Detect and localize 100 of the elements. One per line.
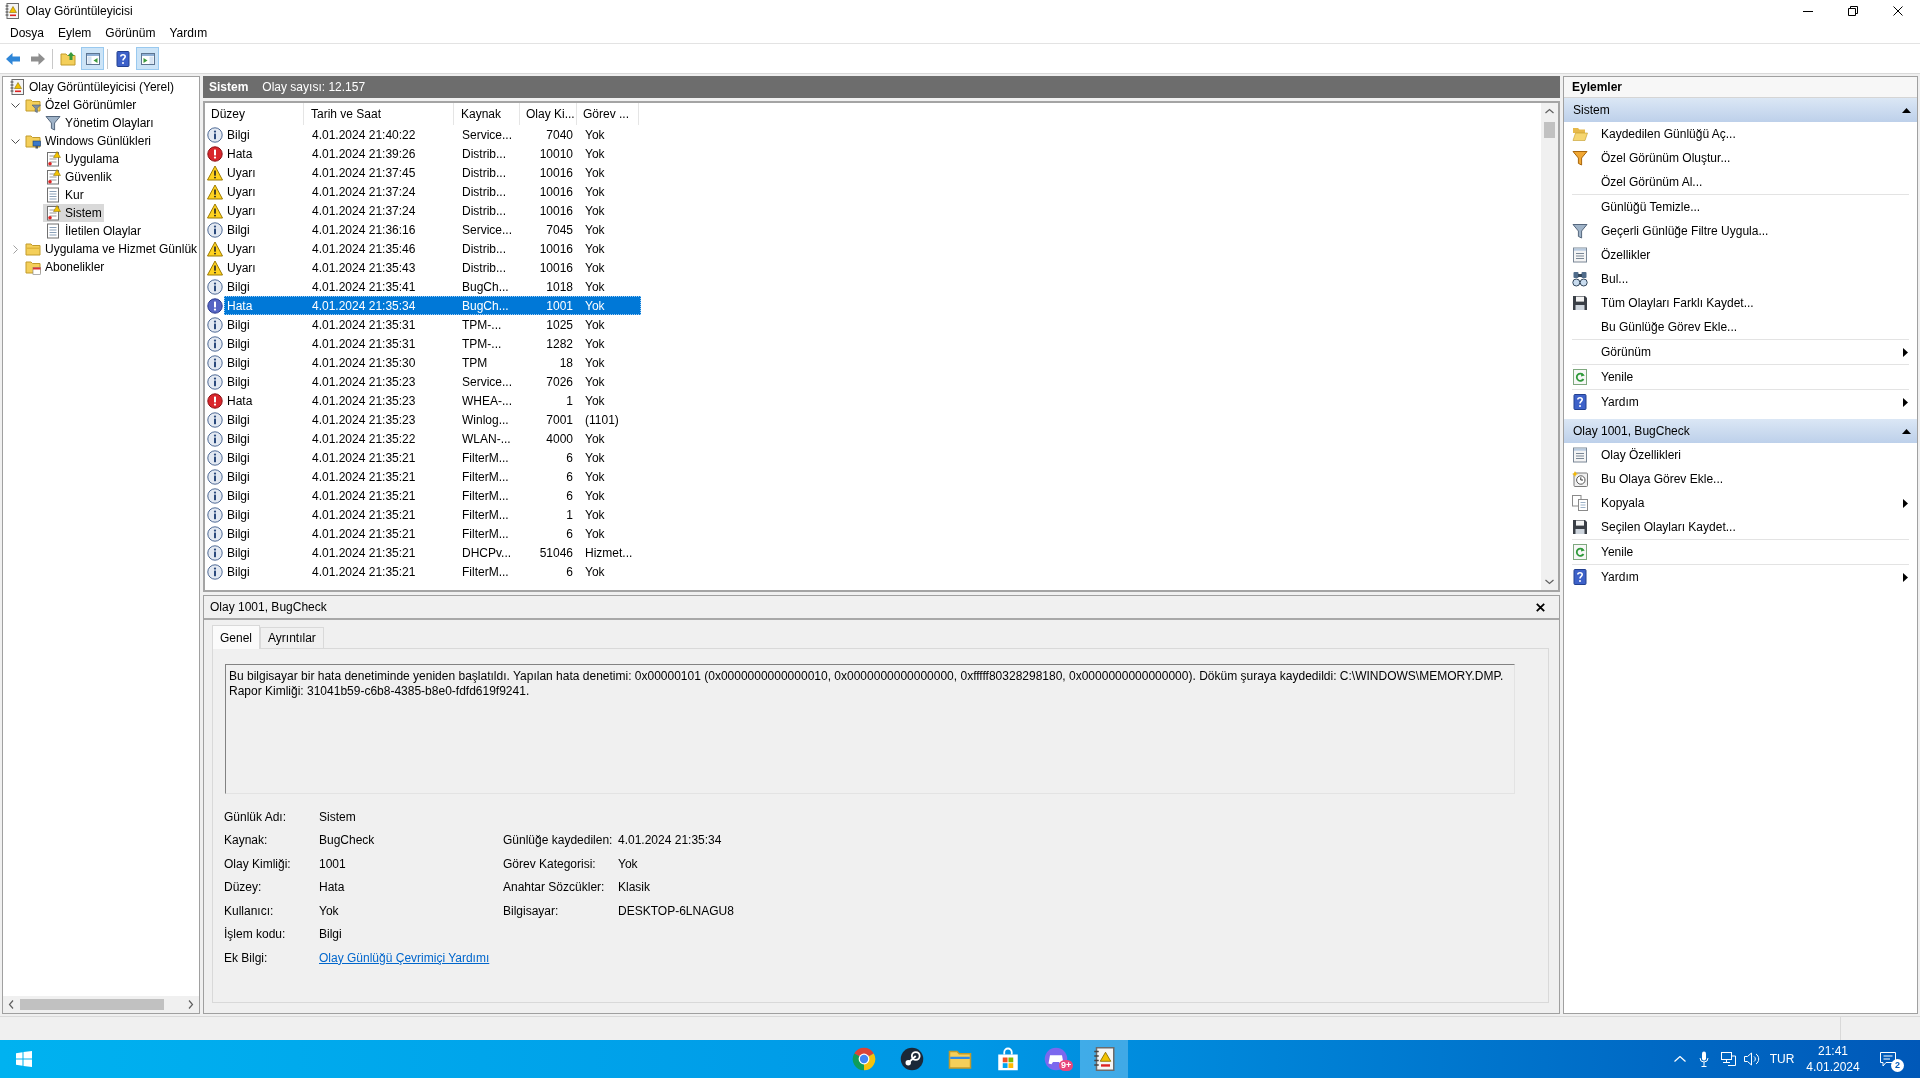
action-item[interactable]: Özel Görünüm Oluştur... bbox=[1564, 146, 1917, 170]
clock[interactable]: 21:41 4.01.2024 bbox=[1800, 1040, 1866, 1078]
action-item[interactable]: Yenile bbox=[1564, 365, 1917, 389]
action-item[interactable]: Kopyala bbox=[1564, 491, 1917, 515]
table-cell-text: Bilgi bbox=[226, 128, 251, 141]
toolbar-button[interactable] bbox=[136, 47, 159, 70]
action-item[interactable]: Bu Olaya Görev Ekle... bbox=[1564, 467, 1917, 491]
info-icon bbox=[207, 525, 223, 542]
toolbar-button[interactable] bbox=[81, 47, 104, 70]
menu-item[interactable]: Eylem bbox=[51, 22, 99, 43]
help-link[interactable]: Olay Günlüğü Çevrimiçi Yardımı bbox=[319, 950, 490, 965]
table-cell-text: 1001 bbox=[545, 299, 574, 312]
table-cell-text: 4.01.2024 21:35:34 bbox=[311, 299, 417, 312]
field-label: Günlük Adı: bbox=[224, 810, 288, 823]
tree-item[interactable]: Uygulama bbox=[43, 150, 122, 168]
table-row[interactable]: Uyarı 4.01.2024 21:35:46 Distrib... 10016 Yok bbox=[224, 239, 641, 258]
table-row[interactable]: Bilgi 4.01.2024 21:40:22 Service... 7040 Yok bbox=[224, 125, 641, 144]
table-row[interactable]: Hata 4.01.2024 21:35:23 WHEA-... 1 Yok bbox=[224, 391, 641, 410]
action-item[interactable]: Günlüğü Temizle... bbox=[1564, 195, 1917, 219]
table-row[interactable]: Bilgi 4.01.2024 21:35:21 DHCPv... 51046 Hizmet... bbox=[224, 543, 641, 562]
section-header[interactable]: Sistem bbox=[1564, 98, 1917, 122]
action-item[interactable]: Özel Görünüm Al... bbox=[1564, 170, 1917, 194]
table-row[interactable]: Bilgi 4.01.2024 21:35:23 Service... 7026 Yok bbox=[224, 372, 641, 391]
notifications-button[interactable]: 2 bbox=[1866, 1040, 1910, 1078]
table-row[interactable]: Uyarı 4.01.2024 21:37:45 Distrib... 10016 Yok bbox=[224, 163, 641, 182]
speaker-icon bbox=[1744, 1052, 1760, 1066]
table-cell-text: Bilgi bbox=[226, 451, 251, 464]
menu-item[interactable]: Dosya bbox=[3, 22, 51, 43]
tree-item[interactable]: Abonelikler bbox=[23, 258, 107, 276]
action-item[interactable]: Geçerli Günlüğe Filtre Uygula... bbox=[1564, 219, 1917, 243]
table-row[interactable]: Uyarı 4.01.2024 21:35:43 Distrib... 10016 Yok bbox=[224, 258, 641, 277]
action-item[interactable]: Bu Günlüğe Görev Ekle... bbox=[1564, 315, 1917, 339]
tree-item[interactable]: Yönetim Olayları bbox=[43, 114, 156, 132]
table-cell-text: Bilgi bbox=[226, 318, 251, 331]
vertical-scrollbar[interactable] bbox=[1541, 103, 1558, 590]
language-indicator[interactable]: TUR bbox=[1764, 1040, 1800, 1078]
column-header[interactable]: Kaynak bbox=[454, 103, 520, 125]
action-item[interactable]: Yenile bbox=[1564, 540, 1917, 564]
table-row[interactable]: Bilgi 4.01.2024 21:35:23 Winlog... 7001 (1101) bbox=[224, 410, 641, 429]
column-header[interactable]: Olay Ki... bbox=[520, 103, 577, 125]
taskbar-app[interactable]: 9+ bbox=[1032, 1040, 1080, 1078]
table-row[interactable]: Bilgi 4.01.2024 21:35:30 TPM 18 Yok bbox=[224, 353, 641, 372]
table-row[interactable]: Bilgi 4.01.2024 21:35:21 FilterM... 1 Yok bbox=[224, 505, 641, 524]
table-row[interactable]: Bilgi 4.01.2024 21:35:21 FilterM... 6 Yok bbox=[224, 562, 641, 581]
table-row[interactable]: Bilgi 4.01.2024 21:35:21 FilterM... 6 Yok bbox=[224, 486, 641, 505]
action-item[interactable]: Bul... bbox=[1564, 267, 1917, 291]
table-cell-text: Bilgi bbox=[226, 565, 251, 578]
tree-item[interactable]: İletilen Olaylar bbox=[43, 222, 144, 240]
table-row[interactable]: Uyarı 4.01.2024 21:37:24 Distrib... 10016 Yok bbox=[224, 201, 641, 220]
info-icon bbox=[207, 373, 223, 390]
action-item[interactable]: Seçilen Olayları Kaydet... bbox=[1564, 515, 1917, 539]
field-label: Kullanıcı: bbox=[224, 904, 275, 917]
table-row[interactable]: Bilgi 4.01.2024 21:36:16 Service... 7045 Yok bbox=[224, 220, 641, 239]
action-item[interactable]: Görünüm bbox=[1564, 340, 1917, 364]
tab[interactable]: Ayrıntılar bbox=[260, 627, 324, 648]
table-row[interactable]: Bilgi 4.01.2024 21:35:31 TPM-... 1025 Yok bbox=[224, 315, 641, 334]
table-row[interactable]: Bilgi 4.01.2024 21:35:21 FilterM... 6 Yok bbox=[224, 524, 641, 543]
action-item[interactable]: Yardım bbox=[1564, 390, 1917, 414]
log-book-icon bbox=[1092, 1047, 1116, 1071]
action-item[interactable]: Kaydedilen Günlüğü Aç... bbox=[1564, 122, 1917, 146]
close-button[interactable] bbox=[1533, 600, 1547, 614]
action-item[interactable]: Özellikler bbox=[1564, 243, 1917, 267]
column-header[interactable]: Düzey bbox=[206, 103, 304, 125]
menu-item[interactable]: Görünüm bbox=[98, 22, 163, 43]
tree-item[interactable]: Güvenlik bbox=[43, 168, 114, 186]
funnel-icon bbox=[1572, 223, 1588, 239]
table-row[interactable]: Bilgi 4.01.2024 21:35:21 FilterM... 6 Yok bbox=[224, 467, 641, 486]
tree-item[interactable]: Özel Görünümler bbox=[23, 96, 139, 114]
menu-item[interactable]: Yardım bbox=[162, 22, 215, 43]
table-row[interactable]: Hata 4.01.2024 21:39:26 Distrib... 10010 Yok bbox=[224, 144, 641, 163]
tree-item[interactable]: Sistem bbox=[43, 204, 104, 222]
table-cell-text: Distrib... bbox=[461, 166, 507, 179]
tree-item[interactable]: Uygulama ve Hizmet Günlük bbox=[23, 240, 199, 258]
field-label: İşlem kodu: bbox=[224, 928, 287, 941]
tab[interactable]: Genel bbox=[212, 625, 261, 649]
field-label: Kaynak: bbox=[224, 834, 269, 847]
horizontal-scrollbar[interactable] bbox=[3, 996, 199, 1013]
action-item[interactable]: Olay Özellikleri bbox=[1564, 443, 1917, 467]
tree-item[interactable]: Windows Günlükleri bbox=[23, 132, 154, 150]
action-item[interactable]: Yardım bbox=[1564, 565, 1917, 589]
table-row[interactable]: Bilgi 4.01.2024 21:35:22 WLAN-... 4000 Yok bbox=[224, 429, 641, 448]
column-header[interactable]: Tarih ve Saat bbox=[304, 103, 454, 125]
table-cell-text: Uyarı bbox=[226, 261, 257, 274]
table-cell-text: 1 bbox=[565, 508, 574, 521]
table-row[interactable]: Uyarı 4.01.2024 21:37:24 Distrib... 10016 Yok bbox=[224, 182, 641, 201]
message-field[interactable]: Bu bilgisayar bir hata denetiminde yeniden başlatıldı. Yapılan hata denetimi: 0x00000101 (0x0000000000000010, 0x0000000000000000, 0xfffff80328298180, 0x0000000000000000). Döküm şuraya kaydedildi: C:\WINDOWS\MEMORY.DMP. Rapor Kimliği: 31041b59-c6b8-4385-b8e0-fdfd619f9241. bbox=[225, 664, 1515, 794]
table-cell-text: Bilgi bbox=[226, 508, 251, 521]
field-value: Yok bbox=[618, 857, 639, 870]
tree-item[interactable]: Olay Görüntüleyicisi (Yerel) bbox=[7, 78, 176, 96]
action-item[interactable]: Tüm Olayları Farklı Kaydet... bbox=[1564, 291, 1917, 315]
section-header[interactable]: Olay 1001, BugCheck bbox=[1564, 419, 1917, 443]
tree-item[interactable]: Kur bbox=[43, 186, 86, 204]
table-cell-text: 6 bbox=[565, 527, 574, 540]
field-value: 4.01.2024 21:35:34 bbox=[618, 834, 723, 847]
table-row[interactable]: Bilgi 4.01.2024 21:35:31 TPM-... 1282 Yok bbox=[224, 334, 641, 353]
column-header[interactable]: Görev ... bbox=[577, 103, 639, 125]
table-row[interactable]: Bilgi 4.01.2024 21:35:41 BugCh... 1018 Yok bbox=[224, 277, 641, 296]
table-cell-text: Distrib... bbox=[461, 147, 507, 160]
table-row[interactable]: Hata 4.01.2024 21:35:34 BugCh... 1001 Yok bbox=[224, 296, 641, 315]
table-row[interactable]: Bilgi 4.01.2024 21:35:21 FilterM... 6 Yok bbox=[224, 448, 641, 467]
